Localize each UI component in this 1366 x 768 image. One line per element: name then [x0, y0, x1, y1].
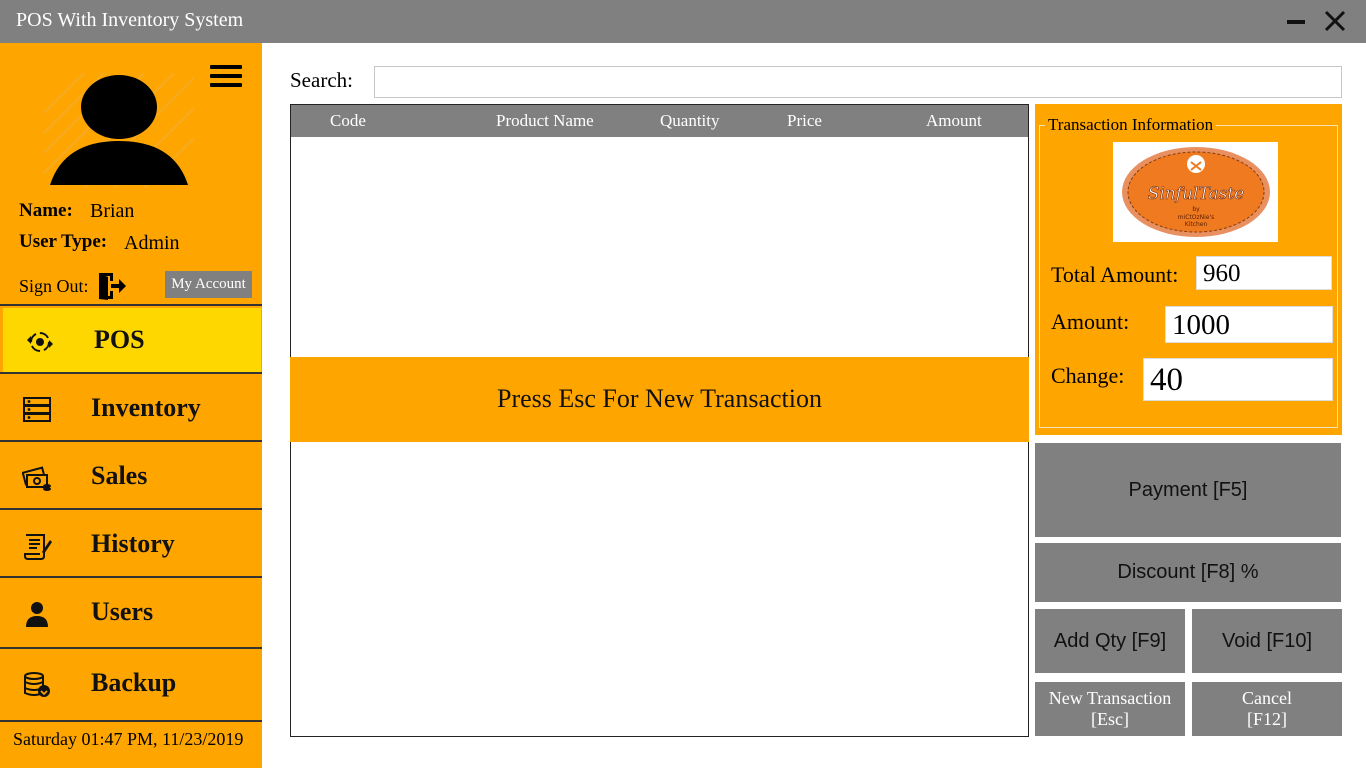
sign-out-icon[interactable]: [97, 271, 127, 301]
nav-item-users[interactable]: Users: [0, 580, 262, 646]
name-label: Name:: [19, 200, 73, 221]
nav-label-history: History: [91, 529, 175, 558]
new-transaction-shortcut: [Esc]: [1091, 709, 1129, 729]
datetime-display: Saturday 01:47 PM, 11/23/2019: [13, 729, 244, 749]
change-label: Change:: [1051, 363, 1125, 388]
logo-kitchen-text: Kitchen: [1185, 221, 1208, 228]
window-title: POS With Inventory System: [16, 9, 244, 31]
nav-label-inventory: Inventory: [91, 393, 201, 422]
transaction-title: Transaction Information: [1045, 115, 1217, 135]
sign-out-label: Sign Out:: [19, 276, 89, 296]
cancel-button[interactable]: Cancel [F12]: [1192, 682, 1342, 736]
title-bar: POS With Inventory System: [0, 0, 1366, 43]
sales-icon: [22, 466, 51, 491]
void-button[interactable]: Void [F10]: [1192, 609, 1342, 673]
backup-icon: [24, 672, 50, 697]
nav-label-pos: POS: [94, 325, 145, 354]
logo-brand-text: SinfulTaste: [1148, 184, 1244, 204]
transaction-panel: Transaction Information SinfulTaste by m…: [1035, 104, 1342, 435]
change-field: 40: [1143, 358, 1333, 401]
nav-label-backup: Backup: [91, 668, 177, 697]
banner-text: Press Esc For New Transaction: [497, 384, 822, 413]
amount-field[interactable]: 1000: [1165, 306, 1333, 343]
nav-item-history[interactable]: History: [0, 512, 262, 578]
payment-button[interactable]: Payment [F5]: [1035, 443, 1341, 537]
new-transaction-button[interactable]: New Transaction [Esc]: [1035, 682, 1185, 736]
nav-item-pos[interactable]: POS: [3, 308, 261, 374]
users-icon: [26, 602, 48, 627]
user-type-label: User Type:: [19, 231, 108, 252]
user-avatar-icon: [44, 73, 194, 188]
column-header-code[interactable]: Code: [330, 111, 366, 131]
new-transaction-label: New Transaction: [1048, 688, 1172, 708]
inventory-icon: [23, 397, 51, 422]
nav-item-inventory[interactable]: Inventory: [0, 376, 262, 442]
total-amount-label: Total Amount:: [1051, 262, 1179, 287]
cancel-label: Cancel: [1242, 688, 1292, 708]
logo-owner-text: miCtOzNie's: [1178, 214, 1215, 221]
user-name: Brian: [90, 200, 135, 222]
store-logo: SinfulTaste by miCtOzNie's Kitchen: [1113, 142, 1278, 242]
column-header-product-name[interactable]: Product Name: [496, 111, 594, 131]
minimize-icon[interactable]: [1287, 20, 1305, 24]
my-account-button[interactable]: My Account: [165, 271, 252, 298]
close-icon[interactable]: [1322, 8, 1348, 34]
cancel-shortcut: [F12]: [1247, 709, 1287, 729]
pos-icon: [27, 332, 53, 352]
add-qty-button[interactable]: Add Qty [F9]: [1035, 609, 1185, 673]
search-label: Search:: [290, 68, 353, 92]
sidebar: Name: Brian User Type: Admin Sign Out: M…: [0, 43, 262, 768]
nav-label-users: Users: [91, 597, 154, 626]
new-transaction-banner: Press Esc For New Transaction: [290, 357, 1029, 442]
hamburger-menu-icon[interactable]: [210, 65, 242, 91]
nav-item-sales[interactable]: Sales: [0, 444, 262, 510]
amount-label: Amount:: [1051, 309, 1130, 334]
nav-item-backup[interactable]: Backup: [0, 651, 262, 717]
column-header-amount[interactable]: Amount: [926, 111, 982, 131]
history-icon: [24, 534, 52, 560]
column-header-quantity[interactable]: Quantity: [660, 111, 720, 131]
search-input[interactable]: [374, 66, 1342, 98]
table-header: Code Product Name Quantity Price Amount: [291, 105, 1028, 137]
user-type: Admin: [124, 232, 180, 254]
column-header-price[interactable]: Price: [787, 111, 822, 131]
discount-button[interactable]: Discount [F8] %: [1035, 543, 1341, 602]
nav-label-sales: Sales: [91, 461, 148, 490]
total-amount-field: 960: [1196, 256, 1332, 290]
logo-by-text: by: [1192, 206, 1200, 213]
